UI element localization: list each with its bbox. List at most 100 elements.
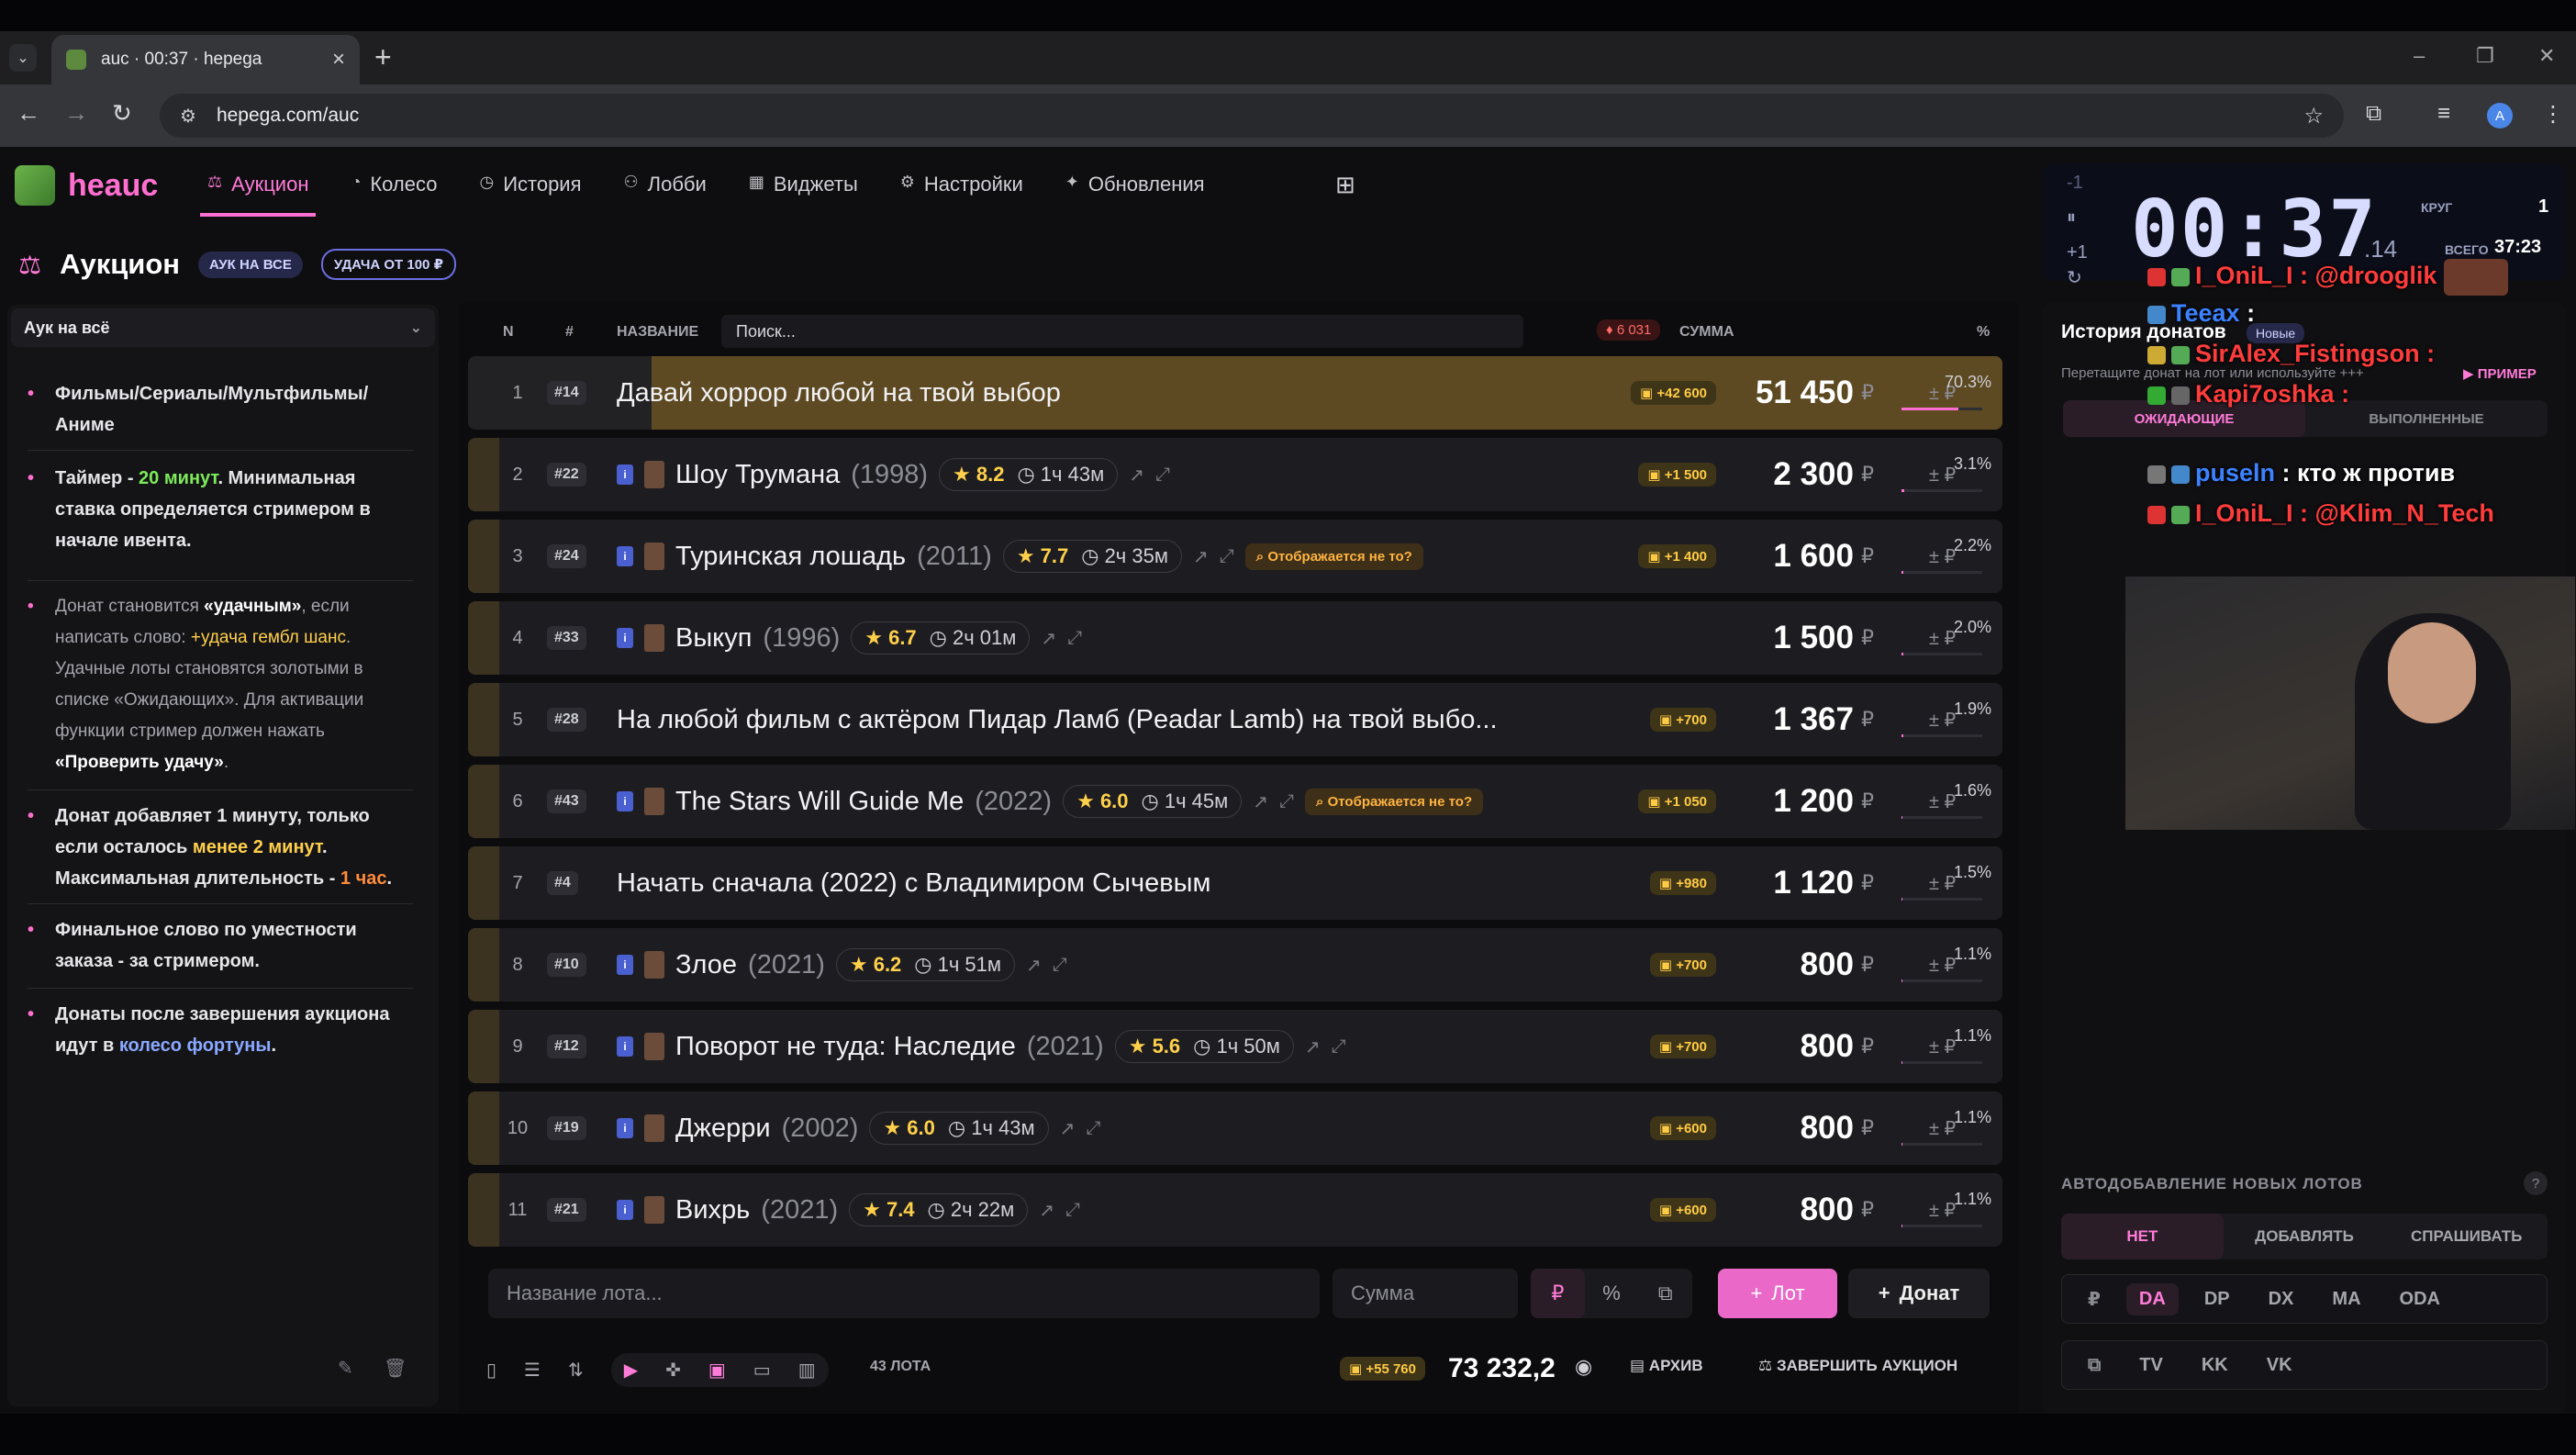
pause-icon[interactable]: ⏸ — [2067, 200, 2088, 235]
window-close-icon[interactable]: ✕ — [2538, 44, 2555, 68]
archive-button[interactable]: ▤ АРХИВ — [1630, 1357, 1703, 1375]
lot-sum[interactable]: 800 — [1725, 1173, 1854, 1247]
external-link-icon[interactable]: ↗ — [1253, 790, 1268, 813]
drag-handle[interactable] — [468, 928, 499, 1002]
service-da[interactable]: DA — [2125, 1282, 2179, 1315]
external-link-icon[interactable]: ↗ — [1026, 954, 1042, 977]
restore-icon[interactable]: ❐ — [2476, 44, 2494, 68]
nav-auction[interactable]: ⚖ Аукцион — [200, 163, 317, 217]
tab-search-chevron-icon[interactable]: ⌄ — [9, 44, 37, 72]
new-tab-icon[interactable]: + — [374, 40, 392, 74]
col-n[interactable]: N — [503, 324, 514, 341]
trash-icon[interactable]: 🗑 — [384, 1357, 407, 1380]
col-id[interactable]: # — [565, 324, 574, 341]
app-logo[interactable]: heauc — [15, 162, 158, 209]
lot-title[interactable]: На любой фильм с актёром Пидар Ламб (Pea… — [617, 705, 1498, 735]
wrong-match-button[interactable]: ⌕ Отображается не то? — [1305, 788, 1484, 815]
service-dp[interactable]: DP — [2191, 1283, 2243, 1315]
lot-title[interactable]: Злое — [675, 950, 737, 980]
apps-grid-icon[interactable]: ⊞ — [1335, 171, 1355, 199]
url-field[interactable]: ⚙ hepega.com/auc ☆ — [160, 94, 2344, 138]
link-icon[interactable]: ⤢ — [1279, 791, 1294, 812]
mode-percent[interactable]: % — [1585, 1269, 1639, 1318]
sidebar-toggle-icon[interactable]: ▯ — [486, 1359, 496, 1382]
service-oda[interactable]: ODA — [2387, 1283, 2453, 1315]
service-dx[interactable]: DX — [2256, 1283, 2307, 1315]
link-icon[interactable]: ⤢ — [1332, 1036, 1346, 1058]
link-icon[interactable]: ⤢ — [1086, 1118, 1100, 1139]
lot-sum[interactable]: 1 600 — [1725, 520, 1854, 593]
table-row[interactable]: 3 #24 i Туринская лошадь (2011) ★ 7.7 ◷ 2ч 35м… — [468, 520, 2002, 593]
wheel-link[interactable]: колесо фортуны — [119, 1035, 272, 1056]
link-icon[interactable]: ⤢ — [1220, 546, 1234, 567]
eye-icon[interactable]: ◉ — [1575, 1355, 1592, 1379]
edit-icon[interactable]: ✎ — [338, 1357, 353, 1380]
profile-avatar[interactable]: A — [2487, 103, 2513, 129]
preset-select[interactable]: Аук на всё ⌄ — [11, 308, 435, 347]
drag-handle[interactable] — [468, 846, 499, 920]
wrong-match-button[interactable]: ⌕ Отображается не то? — [1244, 543, 1423, 570]
lot-title[interactable]: Поворот не туда: Наследие — [675, 1032, 1016, 1062]
link-icon[interactable]: ⤢ — [1067, 628, 1082, 649]
lot-title[interactable]: Шоу Трумана — [675, 460, 840, 490]
lot-sum[interactable]: 2 300 — [1725, 438, 1854, 511]
timer-minus-button[interactable]: -1 — [2067, 165, 2088, 200]
drag-handle[interactable] — [468, 765, 499, 838]
lot-sum[interactable]: 800 — [1725, 928, 1854, 1002]
mode-rub[interactable]: ₽ — [1531, 1269, 1585, 1318]
pill-auc-all[interactable]: АУК НА ВСЕ — [198, 251, 303, 278]
drag-handle[interactable] — [468, 1091, 499, 1165]
link-icon[interactable]: ⤢ — [1065, 1200, 1080, 1221]
nav-history[interactable]: ◷ История — [472, 163, 588, 217]
add-lot-button[interactable]: + Лот — [1718, 1269, 1837, 1318]
list-view-icon[interactable]: ☰ — [524, 1359, 541, 1382]
back-icon[interactable]: ← — [17, 99, 40, 128]
pill-luck[interactable]: УДАЧА ОТ 100 ₽ — [320, 249, 457, 280]
lot-title[interactable]: The Stars Will Guide Me — [675, 787, 964, 817]
table-row[interactable]: 5 #28 На любой фильм с актёром Пидар Ламб … — [468, 683, 2002, 756]
nav-updates[interactable]: ✦ Обновления — [1058, 163, 1212, 217]
autoadd-ask[interactable]: СПРАШИВАТЬ — [2385, 1214, 2548, 1259]
nav-widgets[interactable]: ▦ Виджеты — [742, 163, 865, 217]
browser-tab[interactable]: auc · 00:37 · hepega × — [51, 35, 360, 84]
bookmark-star-icon[interactable]: ☆ — [2303, 103, 2324, 129]
mode-copy[interactable]: ⧉ — [1638, 1269, 1692, 1318]
browser-menu-icon[interactable]: ⋮ — [2542, 101, 2564, 128]
extensions-icon[interactable]: ⧉ — [2366, 101, 2381, 127]
service-kk[interactable]: KK — [2189, 1349, 2241, 1382]
external-link-icon[interactable]: ↗ — [1060, 1117, 1076, 1140]
lot-sum[interactable]: 800 — [1725, 1010, 1854, 1083]
search-input[interactable]: Поиск... — [721, 315, 1523, 348]
nav-lobby[interactable]: ⚇ Лобби — [617, 163, 714, 217]
service-ma[interactable]: MA — [2319, 1283, 2373, 1315]
external-link-icon[interactable]: ↗ — [1129, 464, 1144, 487]
col-sum[interactable]: СУММА — [1679, 324, 1734, 341]
nav-settings[interactable]: ⚙ Настройки — [893, 163, 1031, 217]
youtube-icon[interactable]: ▶ — [624, 1359, 638, 1382]
external-link-icon[interactable]: ↗ — [1193, 545, 1209, 568]
lot-sum[interactable]: 51 450 — [1725, 356, 1854, 430]
link-icon[interactable]: ⤢ — [1155, 464, 1170, 486]
external-link-icon[interactable]: ↗ — [1041, 627, 1056, 650]
lot-sum[interactable]: 1 367 — [1725, 683, 1854, 756]
finish-auction-button[interactable]: ⚖ ЗАВЕРШИТЬ АУКЦИОН — [1758, 1357, 1957, 1375]
autoadd-no[interactable]: НЕТ — [2061, 1214, 2224, 1259]
autoadd-add[interactable]: ДОБАВЛЯТЬ — [2224, 1214, 2386, 1259]
lot-name-input[interactable]: Название лота... — [488, 1269, 1320, 1318]
forward-icon[interactable]: → — [64, 99, 88, 128]
table-row[interactable]: 9 #12 i Поворот не туда: Наследие (2021) ★ 5.… — [468, 1010, 2002, 1083]
table-row[interactable]: 7 #4 Начать сначала (2022) с Владимиром Сы… — [468, 846, 2002, 920]
table-row[interactable]: 10 #19 i Джерри (2002) ★ 6.0 ◷ 1ч 43м ↗ ⤢ ▣ +600 8… — [468, 1091, 2002, 1165]
drag-handle[interactable] — [468, 1010, 499, 1083]
tv-icon[interactable]: ▭ — [753, 1359, 771, 1382]
lot-sum[interactable]: 800 — [1725, 1091, 1854, 1165]
table-row[interactable]: 8 #10 i Злое (2021) ★ 6.2 ◷ 1ч 51м ↗ ⤢ ▣ +700 800 ₽… — [468, 928, 2002, 1002]
nav-wheel[interactable]: ◔ Колесо — [343, 163, 444, 217]
col-pct[interactable]: % — [1977, 324, 1990, 341]
table-row[interactable]: 2 #22 i Шоу Трумана (1998) ★ 8.2 ◷ 1ч 43м ↗ ⤢ ▣ +… — [468, 438, 2002, 511]
table-row[interactable]: 1 #14 Давай хоррор любой на твой выбор ▣ +4… — [468, 356, 2002, 430]
help-icon[interactable]: ? — [2524, 1171, 2548, 1195]
media-icon[interactable]: ≡ — [2437, 101, 2450, 127]
add-donation-button[interactable]: + Донат — [1848, 1269, 1990, 1318]
table-row[interactable]: 6 #43 i The Stars Will Guide Me (2022) ★ 6.0 ◷… — [468, 765, 2002, 838]
